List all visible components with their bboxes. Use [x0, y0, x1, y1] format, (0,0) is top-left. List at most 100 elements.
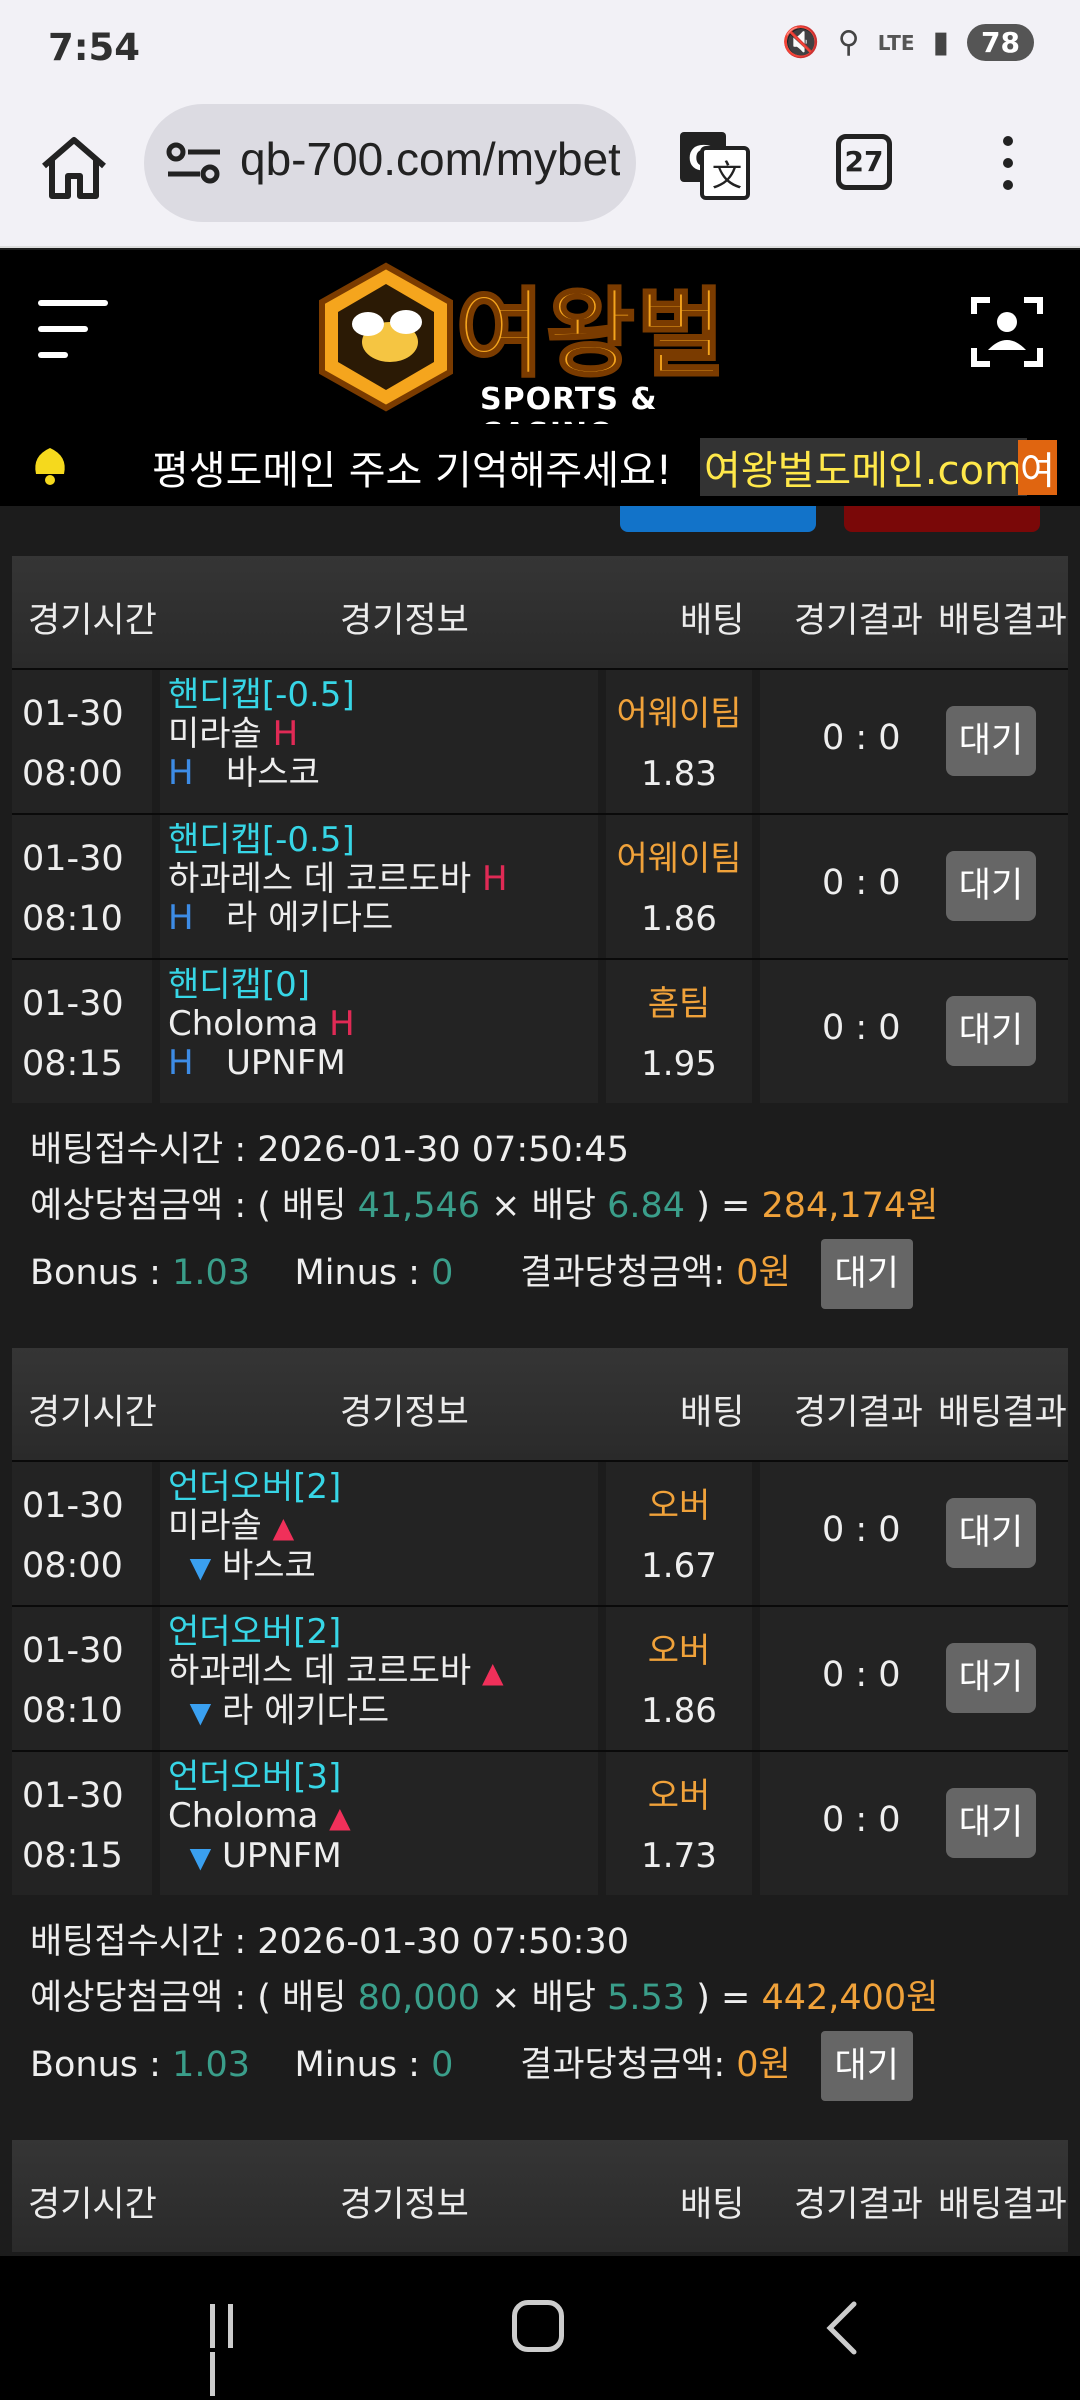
bet-status-badge: 대기	[946, 851, 1036, 921]
home-handicap-mark: H	[481, 859, 508, 899]
home-icon[interactable]	[36, 130, 112, 206]
match-score: 0 : 0	[822, 1655, 901, 1695]
match-time: 08:15	[22, 1044, 123, 1084]
away-handicap-mark: H	[168, 898, 194, 938]
url-text[interactable]: qb-700.com/mybet	[240, 132, 620, 186]
minus-value: 0	[431, 2045, 454, 2085]
bet-slip: 경기시간 경기정보 배팅 경기결과 배팅결과	[12, 2140, 1068, 2252]
table-header: 경기시간 경기정보 배팅 경기결과 배팅결과	[12, 556, 1068, 668]
mute-icon: 🔇	[782, 25, 820, 60]
home-team: Choloma	[168, 1796, 319, 1836]
under-arrow-icon: ▼	[189, 1696, 212, 1729]
bet-pick: 오버	[647, 1631, 711, 1671]
battery-indicator: 78	[967, 24, 1034, 61]
result-amount: 0원	[736, 2045, 791, 2085]
bet-slip: 경기시간 경기정보 배팅 경기결과 배팅결과 01-30 08:00 언더오버[2…	[12, 1348, 1068, 2113]
logo-wordmark: 여왕벌	[455, 277, 727, 392]
translate-icon[interactable]: G 文	[676, 126, 752, 202]
site-logo[interactable]: 여왕벌 SPORTS & CASINO	[316, 260, 766, 452]
market-name: 핸디캡[-0.5]	[168, 675, 355, 715]
header-bet: 배팅	[680, 2185, 745, 2225]
away-team: 바스코	[221, 1546, 316, 1586]
odds-label: 배당	[531, 1978, 608, 2018]
filter-button-red[interactable]	[844, 506, 1040, 532]
match-score: 0 : 0	[822, 718, 901, 758]
match-score: 0 : 0	[822, 863, 901, 903]
address-bar[interactable]: qb-700.com/mybet	[144, 104, 636, 222]
market-name: 핸디캡[0]	[168, 965, 311, 1005]
notice-domain: 여왕벌도메인.com	[700, 438, 1027, 496]
recents-icon[interactable]	[210, 2304, 260, 2396]
bonus-label: Bonus :	[30, 2045, 173, 2085]
bee-logo-icon	[319, 262, 453, 412]
bet-pick: 오버	[647, 1486, 711, 1526]
svg-text:文: 文	[712, 159, 742, 194]
expected-payout: 284,174원	[761, 1186, 939, 1226]
tab-switcher-button[interactable]: 27	[836, 134, 892, 190]
bet-status-badge: 대기	[946, 996, 1036, 1066]
header-info: 경기정보	[340, 2185, 469, 2225]
away-handicap-mark: H	[168, 1043, 194, 1083]
header-bet-result: 배팅결과	[938, 2185, 1067, 2225]
back-icon[interactable]	[822, 2300, 862, 2356]
accept-time: 2026-01-30 07:50:30	[257, 1922, 629, 1962]
bet-odds: 1.86	[641, 899, 717, 939]
header-time: 경기시간	[28, 1393, 157, 1433]
match-time: 08:15	[22, 1836, 123, 1876]
bet-slip: 경기시간 경기정보 배팅 경기결과 배팅결과 01-30 08:00 핸디캡[-0…	[12, 556, 1068, 1321]
total-odds: 5.53	[607, 1978, 686, 2018]
bet-pick: 어웨이팀	[616, 694, 742, 734]
match-time: 08:10	[22, 1691, 123, 1731]
table-row: 01-30 08:00 언더오버[2] 미라솔 ▲ ▼ 바스코 오버 1.67 0 …	[12, 1460, 1068, 1605]
bet-pick: 어웨이팀	[616, 839, 742, 879]
table-row: 01-30 08:10 언더오버[2] 하과레스 데 코르도바 ▲ ▼ 라 에키다…	[12, 1605, 1068, 1750]
bet-odds: 1.83	[641, 754, 717, 794]
expected-label: 예상당첨금액 : ( 배팅	[30, 1978, 358, 2018]
bonus-value: 1.03	[172, 2045, 251, 2085]
filter-button-blue[interactable]	[620, 506, 816, 532]
notice-bell-icon	[35, 448, 65, 485]
header-result: 경기결과	[794, 601, 923, 641]
header-bet-result: 배팅결과	[938, 601, 1067, 641]
home-nav-icon[interactable]	[512, 2300, 564, 2352]
under-arrow-icon: ▼	[189, 1841, 212, 1874]
over-arrow-icon: ▲	[272, 1511, 295, 1544]
bonus-value: 1.03	[172, 1253, 251, 1293]
home-handicap-mark: H	[329, 1004, 355, 1044]
accept-time-label: 배팅접수시간 :	[30, 1922, 258, 1962]
home-team: 하과레스 데 코르도바	[168, 859, 472, 899]
hamburger-menu-icon[interactable]	[38, 300, 110, 362]
minus-label: Minus :	[294, 2045, 432, 2085]
site-header: 여왕벌 SPORTS & CASINO	[0, 250, 1080, 452]
bet-pick: 오버	[647, 1776, 711, 1816]
bet-history-content: 경기시간 경기정보 배팅 경기결과 배팅결과 01-30 08:00 핸디캡[-0…	[0, 506, 1080, 2256]
site-settings-icon[interactable]	[166, 138, 222, 188]
system-nav-bar	[0, 2256, 1080, 2400]
header-bet-result: 배팅결과	[938, 1393, 1067, 1433]
more-menu-icon[interactable]	[990, 136, 1026, 196]
match-date: 01-30	[22, 839, 124, 879]
home-team: 미라솔	[168, 714, 262, 754]
table-row: 01-30 08:15 언더오버[3] Choloma ▲ ▼ UPNFM 오버 1…	[12, 1750, 1068, 1895]
signal-icon: ▮	[932, 25, 950, 60]
home-handicap-mark: H	[272, 714, 299, 754]
notice-text: 평생도메인 주소 기억해주세요!	[152, 448, 672, 494]
market-name: 언더오버[3]	[168, 1757, 342, 1797]
table-row: 01-30 08:00 핸디캡[-0.5] 미라솔 H H 바스코 어웨이팀 1.8…	[12, 668, 1068, 813]
match-time: 08:10	[22, 899, 123, 939]
total-odds: 6.84	[607, 1186, 686, 1226]
market-name: 언더오버[2]	[168, 1467, 342, 1507]
minus-value: 0	[431, 1253, 454, 1293]
equals-symbol: ) =	[685, 1978, 762, 2018]
match-date: 01-30	[22, 1631, 124, 1671]
result-amount: 0원	[736, 1253, 791, 1293]
network-type: LTE	[877, 30, 915, 55]
match-score: 0 : 0	[822, 1510, 901, 1550]
notice-domain-overflow: 여	[1018, 440, 1057, 495]
user-profile-icon[interactable]	[970, 294, 1044, 368]
result-amount-label: 결과당청금액:	[520, 1253, 737, 1293]
home-team: 미라솔	[168, 1506, 262, 1546]
bet-odds: 1.95	[641, 1044, 717, 1084]
bonus-label: Bonus :	[30, 1253, 173, 1293]
expected-payout: 442,400원	[761, 1978, 939, 2018]
